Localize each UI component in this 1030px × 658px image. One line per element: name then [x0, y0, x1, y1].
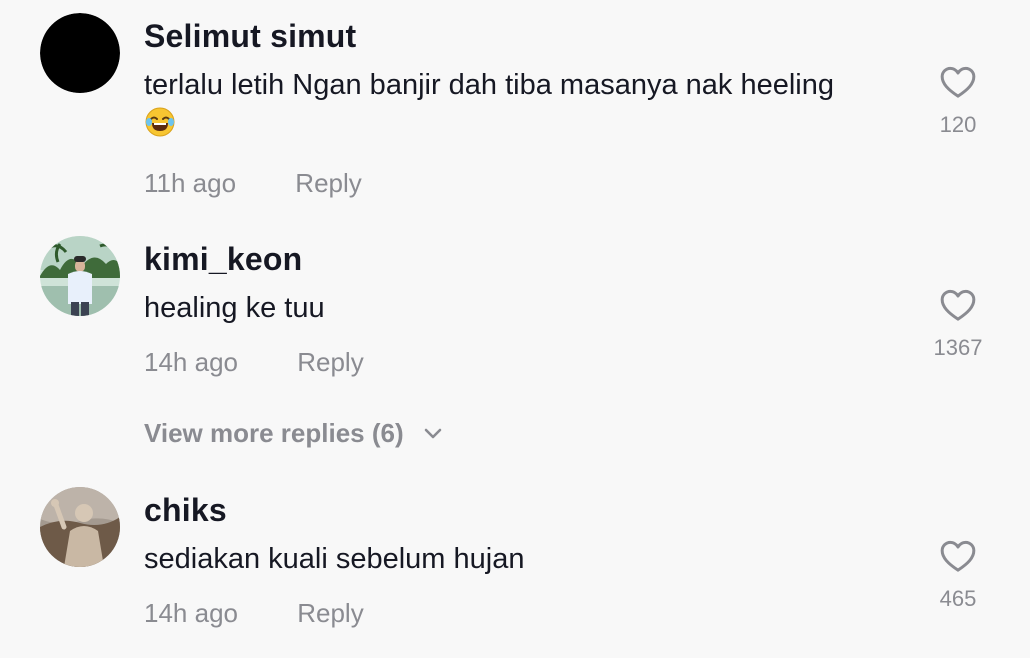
comment-text: terlalu letih Ngan banjir dah tiba masan… [144, 64, 914, 150]
avatar[interactable] [40, 487, 120, 567]
heart-icon[interactable] [938, 536, 978, 576]
view-more-replies-button[interactable]: View more replies (6) [144, 418, 443, 449]
like-count: 465 [939, 586, 977, 611]
like-count: 120 [939, 112, 977, 137]
reply-button[interactable]: Reply [297, 347, 363, 378]
like-control: 465 [918, 536, 998, 612]
comment-text-content: healing ke tuu [144, 292, 325, 324]
like-control: 120 [918, 62, 998, 138]
comment-timestamp: 14h ago [144, 598, 238, 628]
reply-button[interactable]: Reply [295, 168, 361, 199]
comment-text-content: terlalu letih Ngan banjir dah tiba masan… [144, 69, 834, 101]
comment-timestamp: 14h ago [144, 347, 238, 377]
heart-icon[interactable] [938, 285, 978, 325]
like-control: 1367 [918, 285, 998, 361]
comment-text: sediakan kuali sebelum hujan [144, 538, 914, 580]
laughing-emoji-icon [144, 106, 176, 150]
avatar[interactable] [40, 13, 120, 93]
comment-meta: 14h ago Reply [144, 347, 364, 378]
view-more-replies-label: View more replies (6) [144, 418, 404, 448]
comment-meta: 14h ago Reply [144, 598, 364, 629]
reply-button[interactable]: Reply [297, 598, 363, 629]
comment-timestamp: 11h ago [144, 168, 237, 198]
comment-username[interactable]: chiks [144, 492, 227, 529]
chevron-down-icon [424, 428, 442, 439]
comment-text-content: sediakan kuali sebelum hujan [144, 543, 525, 575]
comment-username[interactable]: Selimut simut [144, 18, 356, 55]
comment-meta: 11h ago Reply [144, 168, 362, 199]
comment-text: healing ke tuu [144, 287, 914, 329]
comment-username[interactable]: kimi_keon [144, 241, 302, 278]
like-count: 1367 [933, 335, 983, 360]
heart-icon[interactable] [938, 62, 978, 102]
avatar[interactable] [40, 236, 120, 316]
